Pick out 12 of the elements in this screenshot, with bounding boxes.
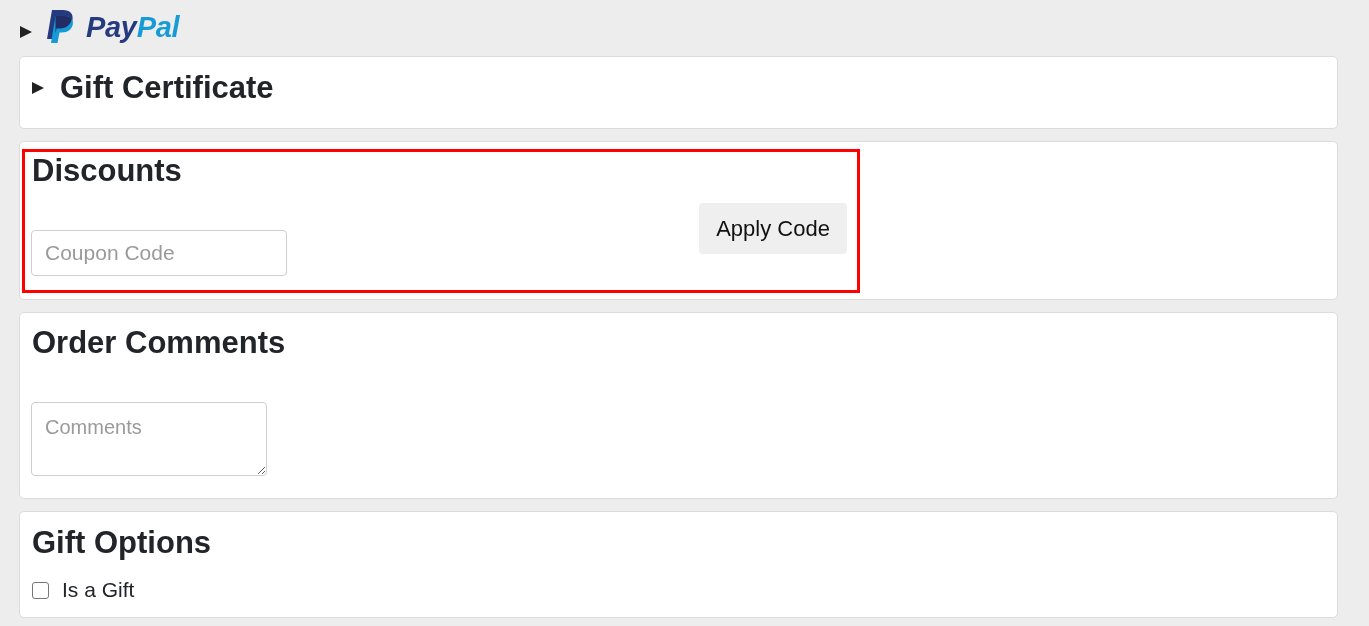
gift-checkbox[interactable] bbox=[32, 581, 49, 599]
section-heading: Order Comments bbox=[32, 324, 286, 361]
expand-triangle-icon[interactable] bbox=[20, 26, 32, 38]
coupon-code-field[interactable]: Coupon Code bbox=[31, 230, 287, 276]
section-heading: Discounts bbox=[32, 152, 182, 189]
comments-field[interactable]: Comments bbox=[31, 402, 267, 476]
apply-code-button[interactable]: Apply Code bbox=[699, 203, 847, 254]
checkbox-label[interactable]: Is a Gift bbox=[62, 578, 135, 602]
section-heading: Gift Options bbox=[32, 524, 212, 561]
section-heading[interactable]: Gift Certificate bbox=[60, 69, 274, 106]
logo-icon bbox=[46, 10, 74, 43]
expand-triangle-icon[interactable] bbox=[32, 81, 44, 94]
